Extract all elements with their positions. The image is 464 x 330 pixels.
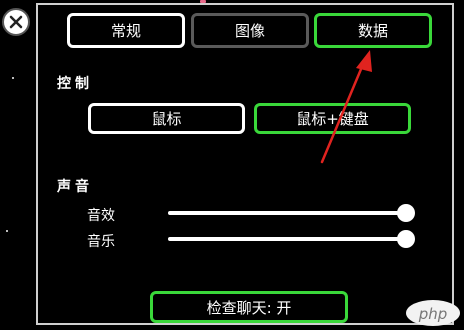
control-mouse-option[interactable]: 鼠标	[88, 103, 245, 134]
tab-data[interactable]: 数据	[314, 13, 432, 48]
watermark-text: php	[418, 305, 448, 323]
check-chat-toggle[interactable]: 检查聊天: 开	[150, 291, 348, 323]
close-icon	[9, 15, 23, 29]
decorative-dot	[6, 230, 8, 232]
sound-section-title: 声音	[57, 179, 93, 195]
tab-general[interactable]: 常规	[67, 13, 185, 48]
tab-graphics[interactable]: 图像	[191, 13, 309, 48]
tab-graphics-label: 图像	[234, 22, 265, 40]
left-background-strip	[0, 0, 36, 330]
music-slider-track[interactable]	[168, 237, 408, 241]
sfx-label: 音效	[87, 208, 115, 224]
controls-section-title: 控制	[57, 76, 93, 92]
tab-data-label: 数据	[357, 22, 388, 40]
tab-general-label: 常规	[110, 22, 141, 40]
check-chat-label: 检查聊天: 开	[206, 298, 292, 317]
music-label: 音乐	[87, 234, 115, 250]
close-button[interactable]	[2, 8, 30, 36]
sfx-slider-knob[interactable]	[397, 204, 415, 222]
php-watermark: php	[406, 300, 460, 326]
decorative-dot	[12, 77, 14, 79]
settings-panel	[36, 3, 454, 325]
control-mouse-label: 鼠标	[151, 110, 182, 128]
control-mouse-keyboard-option[interactable]: 鼠标+键盘	[254, 103, 411, 134]
music-slider-knob[interactable]	[397, 230, 415, 248]
control-mouse-keyboard-label: 鼠标+键盘	[296, 110, 369, 128]
sfx-slider-track[interactable]	[168, 211, 408, 215]
